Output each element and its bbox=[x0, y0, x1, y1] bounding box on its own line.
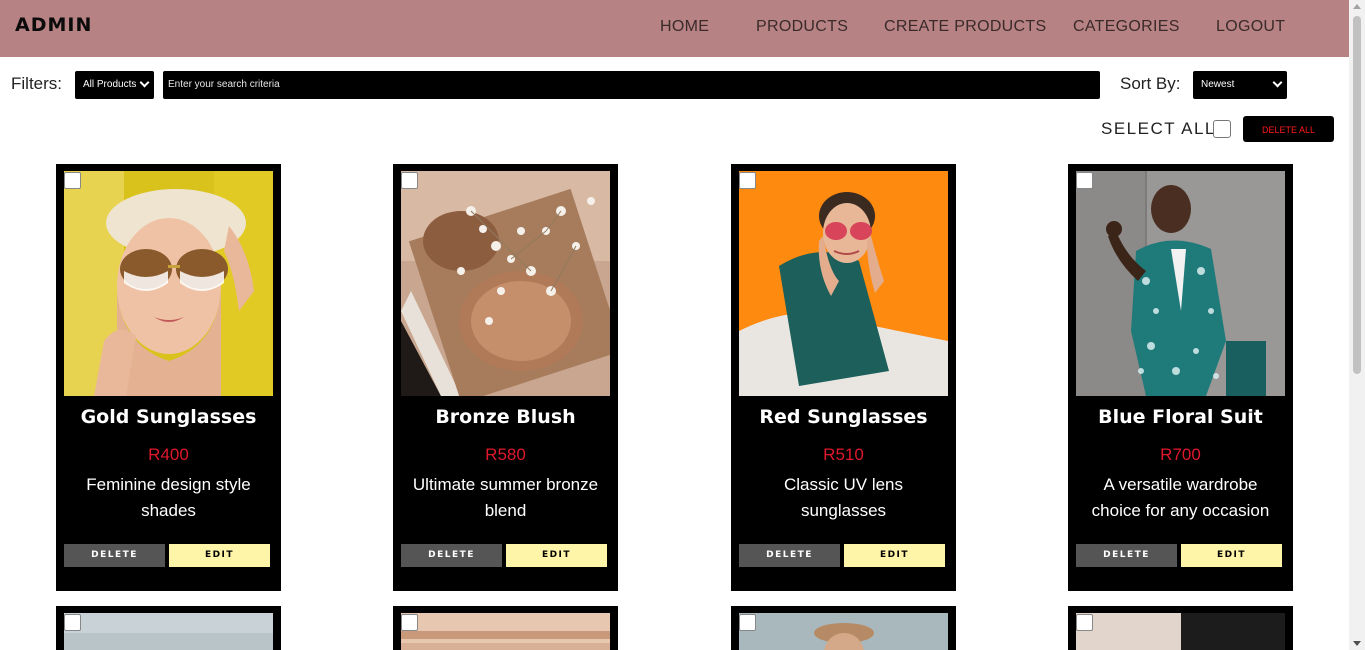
product-select-checkbox[interactable] bbox=[739, 172, 756, 189]
product-price: R400 bbox=[148, 445, 189, 464]
product-select-checkbox[interactable] bbox=[64, 172, 81, 189]
product-card: Gold Sunglasses R400 Feminine design sty… bbox=[56, 164, 281, 591]
product-select-checkbox[interactable] bbox=[1076, 614, 1093, 631]
category-filter-value: All Products bbox=[83, 79, 137, 90]
nav-home[interactable]: HOME bbox=[660, 18, 709, 36]
scrollbar-thumb[interactable] bbox=[1353, 16, 1361, 374]
product-description: Classic UV lens sunglasses bbox=[783, 475, 904, 520]
sort-select[interactable]: Newest bbox=[1193, 71, 1287, 99]
product-card: Bronze Blush R580 Ultimate summer bronze… bbox=[393, 164, 618, 591]
product-price: R510 bbox=[823, 445, 864, 464]
product-description: A versatile wardrobe choice for any occa… bbox=[1091, 475, 1270, 520]
product-image bbox=[1076, 613, 1285, 650]
nav-logout[interactable]: LOGOUT bbox=[1216, 18, 1285, 36]
filters-label: Filters: bbox=[11, 74, 62, 93]
nav-create-products[interactable]: CREATE PRODUCTS bbox=[884, 18, 1046, 36]
product-select-checkbox[interactable] bbox=[739, 614, 756, 631]
product-image bbox=[64, 613, 273, 650]
chevron-down-icon bbox=[139, 77, 150, 88]
sort-select-value: Newest bbox=[1201, 79, 1235, 90]
product-image bbox=[401, 613, 610, 650]
edit-button[interactable]: EDIT bbox=[169, 544, 270, 567]
edit-button[interactable]: EDIT bbox=[1181, 544, 1282, 567]
product-title: Bronze Blush bbox=[435, 406, 576, 428]
product-title: Gold Sunglasses bbox=[80, 406, 257, 428]
product-select-checkbox[interactable] bbox=[401, 172, 418, 189]
product-select-checkbox[interactable] bbox=[1076, 172, 1093, 189]
search-input[interactable]: Enter your search criteria bbox=[163, 71, 1100, 99]
product-title: Red Sunglasses bbox=[759, 406, 928, 428]
select-all-checkbox[interactable] bbox=[1213, 120, 1231, 138]
product-description: Feminine design style shades bbox=[86, 475, 251, 520]
product-card bbox=[1068, 606, 1293, 650]
category-filter-select[interactable]: All Products bbox=[75, 71, 154, 99]
edit-button[interactable]: EDIT bbox=[844, 544, 945, 567]
product-image bbox=[401, 171, 610, 396]
product-image bbox=[739, 613, 948, 650]
sort-by-label: Sort By: bbox=[1120, 74, 1181, 93]
product-card: Blue Floral Suit R700 A versatile wardro… bbox=[1068, 164, 1293, 591]
nav-categories[interactable]: CATEGORIES bbox=[1073, 18, 1180, 36]
product-description: Ultimate summer bronze blend bbox=[412, 475, 599, 520]
page-scrollbar[interactable] bbox=[1349, 0, 1365, 650]
top-navbar: ADMIN HOME PRODUCTS CREATE PRODUCTS CATE… bbox=[0, 0, 1349, 57]
product-price: R580 bbox=[485, 445, 526, 464]
edit-button[interactable]: EDIT bbox=[506, 544, 607, 567]
select-all-label: SELECT ALL bbox=[1101, 119, 1216, 138]
product-select-checkbox[interactable] bbox=[401, 614, 418, 631]
product-image bbox=[64, 171, 273, 396]
delete-button[interactable]: DELETE bbox=[64, 544, 165, 567]
product-select-checkbox[interactable] bbox=[64, 614, 81, 631]
brand-logo[interactable]: ADMIN bbox=[15, 14, 92, 36]
product-card: Red Sunglasses R510 Classic UV lens sung… bbox=[731, 164, 956, 591]
chevron-down-icon bbox=[1272, 77, 1283, 88]
delete-button[interactable]: DELETE bbox=[739, 544, 840, 567]
product-card bbox=[393, 606, 618, 650]
product-card bbox=[731, 606, 956, 650]
nav-products[interactable]: PRODUCTS bbox=[756, 18, 848, 36]
product-image bbox=[739, 171, 948, 396]
delete-all-button[interactable]: DELETE ALL bbox=[1243, 116, 1334, 142]
scroll-down-arrow-icon[interactable] bbox=[1353, 641, 1361, 646]
product-price: R700 bbox=[1160, 445, 1201, 464]
scroll-up-arrow-icon[interactable] bbox=[1353, 4, 1361, 9]
delete-button[interactable]: DELETE bbox=[401, 544, 502, 567]
delete-button[interactable]: DELETE bbox=[1076, 544, 1177, 567]
product-title: Blue Floral Suit bbox=[1098, 406, 1263, 428]
product-card bbox=[56, 606, 281, 650]
product-image bbox=[1076, 171, 1285, 396]
